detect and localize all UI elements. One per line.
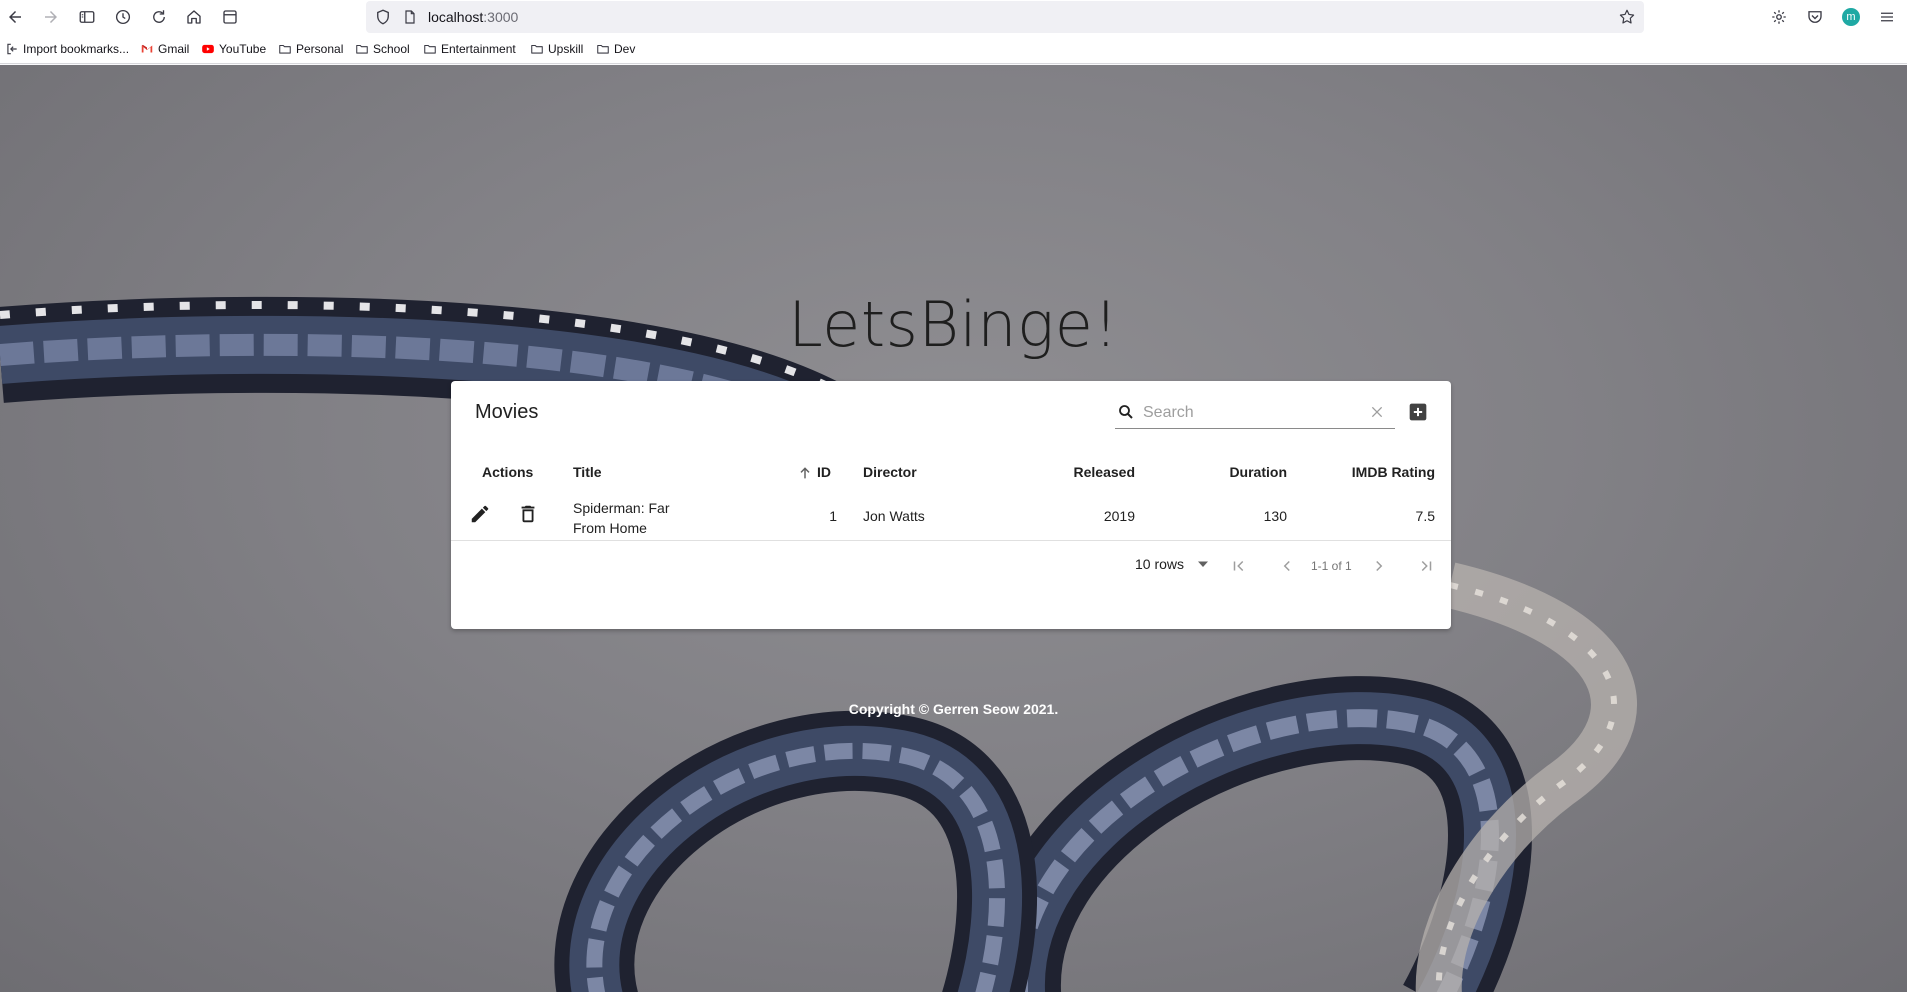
- home-button[interactable]: [181, 4, 207, 30]
- add-movie-button[interactable]: [1408, 402, 1428, 422]
- history-button[interactable]: [110, 4, 136, 30]
- edit-icon[interactable]: [469, 503, 491, 525]
- shield-icon[interactable]: [374, 8, 392, 26]
- extensions-button[interactable]: [1766, 4, 1792, 30]
- clock-icon: [115, 9, 131, 25]
- window-icon: [223, 10, 237, 24]
- movies-table-card: Movies Actions Title ID Director Release…: [451, 381, 1451, 629]
- bookmark-youtube[interactable]: YouTube: [201, 42, 266, 56]
- url-text[interactable]: localhost:3000: [428, 9, 518, 25]
- avatar-initial: m: [1846, 11, 1856, 23]
- cell-title-line1: Spiderman: Far: [573, 500, 670, 516]
- folder-icon: [424, 44, 436, 54]
- sidebar-icon: [79, 11, 95, 23]
- bookmark-label: School: [373, 42, 410, 56]
- bookmark-label: Gmail: [158, 42, 190, 56]
- column-header-title[interactable]: Title: [573, 464, 602, 480]
- bookmark-folder-school[interactable]: School: [355, 42, 410, 56]
- previous-page-icon[interactable]: [1278, 557, 1296, 575]
- bookmark-label: Dev: [614, 42, 636, 56]
- back-arrow-icon: [9, 11, 21, 23]
- bookmark-label: Import bookmarks...: [23, 42, 130, 56]
- forward-button[interactable]: [38, 4, 64, 30]
- bookmark-import[interactable]: Import bookmarks...: [5, 42, 129, 56]
- pocket-icon: [1808, 11, 1822, 23]
- search-input[interactable]: [1143, 400, 1363, 426]
- url-host: localhost: [428, 9, 484, 25]
- bookmark-folder-entertainment[interactable]: Entertainment: [423, 42, 516, 56]
- bookmark-star-icon[interactable]: [1618, 8, 1636, 26]
- bookmark-label: Upskill: [548, 42, 584, 56]
- folder-icon: [279, 44, 291, 54]
- page-icon[interactable]: [402, 9, 418, 25]
- home-icon: [187, 10, 201, 24]
- youtube-icon: [202, 44, 214, 54]
- column-header-director[interactable]: Director: [863, 464, 917, 480]
- delete-icon[interactable]: [517, 503, 539, 525]
- bookmark-folder-dev[interactable]: Dev: [596, 42, 635, 56]
- copyright-text: Copyright © Gerren Seow 2021.: [848, 701, 1059, 717]
- profile-button[interactable]: m: [1838, 4, 1864, 30]
- forward-arrow-icon: [45, 11, 57, 23]
- cell-imdb-rating: 7.5: [1415, 508, 1435, 524]
- avatar: m: [1842, 8, 1860, 26]
- bookmark-folder-upskill[interactable]: Upskill: [530, 42, 583, 56]
- bookmark-gmail[interactable]: Gmail: [140, 42, 189, 56]
- bookmark-folder-personal[interactable]: Personal: [278, 42, 343, 56]
- column-header-id[interactable]: ID: [817, 464, 831, 480]
- bookmark-label: YouTube: [219, 42, 267, 56]
- pocket-button[interactable]: [1802, 4, 1828, 30]
- rows-per-page-select[interactable]: 10 rows: [1135, 556, 1209, 572]
- rows-per-page-value: 10 rows: [1135, 556, 1185, 572]
- cell-id: 1: [829, 508, 837, 524]
- back-button[interactable]: [2, 4, 28, 30]
- cell-title: Spiderman: Far From Home: [573, 498, 669, 538]
- folder-icon: [531, 44, 543, 54]
- first-page-icon[interactable]: [1230, 557, 1248, 575]
- gear-icon: [1772, 10, 1786, 24]
- url-bar[interactable]: localhost:3000: [366, 1, 1644, 33]
- search-field[interactable]: [1115, 397, 1395, 429]
- sort-ascending-icon[interactable]: [797, 465, 813, 481]
- reload-icon: [153, 10, 165, 23]
- column-header-released[interactable]: Released: [1074, 464, 1135, 480]
- cell-duration: 130: [1263, 508, 1287, 524]
- import-icon: [7, 43, 17, 55]
- cell-title-line2: From Home: [573, 520, 647, 536]
- bookmark-label: Personal: [296, 42, 344, 56]
- last-page-icon[interactable]: [1417, 557, 1435, 575]
- cell-released: 2019: [1103, 508, 1135, 524]
- table-title: Movies: [475, 401, 539, 423]
- search-icon: [1119, 405, 1133, 419]
- page-info: 1-1 of 1: [1311, 559, 1352, 573]
- browser-toolbar: localhost:3000 m: [0, 0, 1907, 34]
- column-header-duration[interactable]: Duration: [1229, 464, 1287, 480]
- reload-button[interactable]: [146, 4, 172, 30]
- folder-icon: [597, 44, 609, 54]
- app-title: LetsBinge!: [788, 288, 1119, 361]
- folder-icon: [356, 44, 368, 54]
- hamburger-icon: [1881, 12, 1893, 22]
- clear-search-icon[interactable]: [1369, 404, 1385, 420]
- bookmark-label: Entertainment: [441, 42, 516, 56]
- gmail-icon: [141, 44, 153, 53]
- menu-button[interactable]: [1874, 4, 1900, 30]
- divider: [451, 540, 1451, 541]
- sidebar-button[interactable]: [74, 4, 100, 30]
- column-header-imdb-rating[interactable]: IMDB Rating: [1352, 464, 1435, 480]
- bookmarks-bar: Import bookmarks... Gmail YouTube Person…: [0, 34, 1907, 64]
- chevron-down-icon: [1198, 561, 1209, 567]
- cell-director: Jon Watts: [863, 508, 925, 524]
- next-page-icon[interactable]: [1370, 557, 1388, 575]
- column-header-actions: Actions: [482, 464, 534, 480]
- tab-view-button[interactable]: [217, 4, 243, 30]
- url-port: :3000: [483, 9, 519, 25]
